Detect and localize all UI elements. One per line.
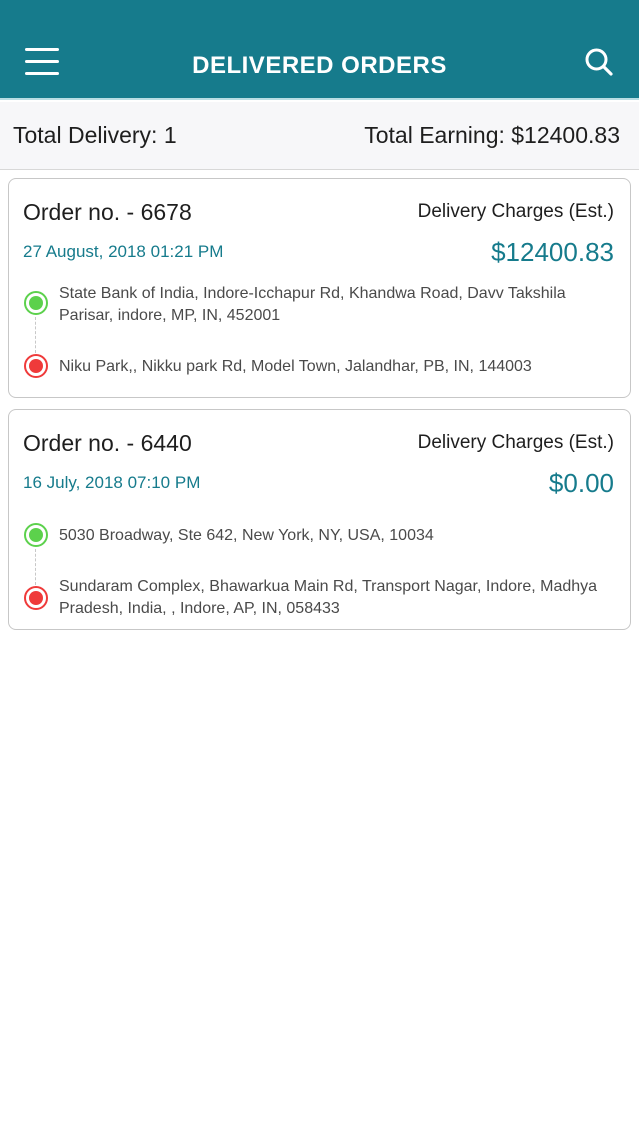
pickup-dot-icon bbox=[24, 291, 48, 315]
route-connector bbox=[35, 317, 36, 353]
order-date: 16 July, 2018 07:10 PM bbox=[23, 473, 201, 492]
route-connector bbox=[35, 549, 36, 585]
dropoff-address: Niku Park,, Nikku park Rd, Model Town, J… bbox=[59, 358, 532, 375]
order-number: Order no. - 6678 bbox=[23, 199, 192, 225]
pickup-dot-icon bbox=[24, 523, 48, 547]
pickup-address: 5030 Broadway, Ste 642, New York, NY, US… bbox=[59, 527, 434, 544]
pickup-address: State Bank of India, Indore-Icchapur Rd,… bbox=[59, 285, 566, 324]
order-amount: $12400.83 bbox=[491, 237, 614, 267]
order-date: 27 August, 2018 01:21 PM bbox=[23, 242, 224, 261]
hamburger-menu-icon bbox=[25, 48, 59, 76]
menu-button[interactable] bbox=[16, 39, 68, 85]
order-card[interactable]: Order no. - 6678 Delivery Charges (Est.)… bbox=[8, 178, 631, 398]
app-header: DELIVERED ORDERS bbox=[0, 0, 639, 100]
summary-bar: Total Delivery: 1 Total Earning: $12400.… bbox=[0, 102, 639, 170]
dropoff-dot-icon bbox=[24, 354, 48, 378]
search-icon bbox=[585, 48, 613, 76]
dropoff-dot-icon bbox=[24, 586, 48, 610]
order-number: Order no. - 6440 bbox=[23, 430, 192, 456]
dropoff-address: Sundaram Complex, Bhawarkua Main Rd, Tra… bbox=[59, 578, 598, 617]
search-button[interactable] bbox=[577, 40, 621, 84]
total-delivery: Total Delivery: 1 bbox=[13, 122, 177, 148]
total-earning: Total Earning: $12400.83 bbox=[364, 122, 620, 148]
order-card[interactable]: Order no. - 6440 Delivery Charges (Est.)… bbox=[8, 409, 631, 630]
delivery-charges-label: Delivery Charges (Est.) bbox=[417, 432, 614, 453]
order-amount: $0.00 bbox=[548, 468, 614, 498]
delivery-charges-label: Delivery Charges (Est.) bbox=[417, 201, 614, 222]
page-title: DELIVERED ORDERS bbox=[192, 52, 447, 79]
